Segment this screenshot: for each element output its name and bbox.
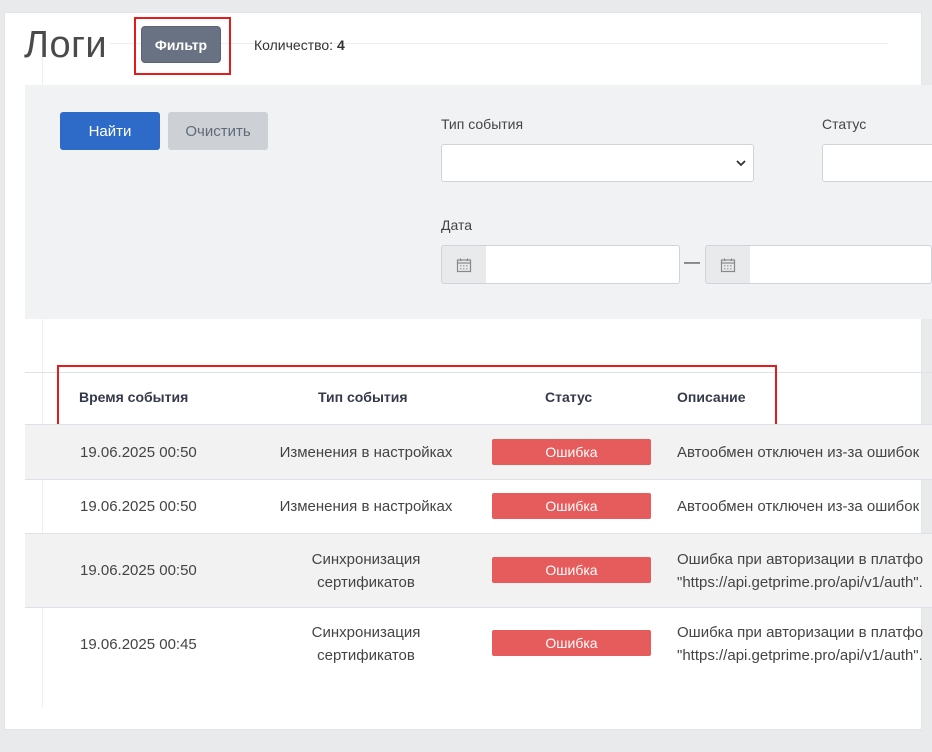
- cell-description: Автообмен отключен из-за ошибок: [677, 498, 920, 515]
- chevron-down-icon: [736, 160, 746, 167]
- cell-time: 19.06.2025 00:50: [80, 498, 197, 515]
- cell-type-line: Синхронизация: [311, 551, 421, 568]
- count-display: Количество: 4: [254, 37, 345, 53]
- cell-description-line: "https://api.getprime.pro/api/v1/auth".: [677, 647, 923, 664]
- date-label: Дата: [441, 217, 473, 233]
- status-badge: Ошибка: [492, 439, 651, 465]
- date-from-input[interactable]: [486, 245, 680, 284]
- cell-description-line: Ошибка при авторизации в платфо: [677, 551, 924, 568]
- event-type-label: Тип события: [441, 116, 524, 132]
- date-from-addon[interactable]: [441, 245, 487, 284]
- cell-type: Изменения в настройках: [279, 444, 453, 461]
- cell-description: Ошибка при авторизации в платфо "https:/…: [677, 548, 923, 594]
- page-title: Логи: [24, 24, 108, 66]
- table-row[interactable]: 19.06.2025 00:50 Изменения в настройках …: [25, 479, 932, 533]
- count-label: Количество:: [254, 37, 334, 53]
- table-header-border: [25, 372, 932, 373]
- column-header-time[interactable]: Время события: [79, 389, 188, 405]
- table-row[interactable]: 19.06.2025 00:45 Синхронизация сертифика…: [25, 607, 932, 681]
- table-row[interactable]: 19.06.2025 00:50 Изменения в настройках …: [25, 424, 932, 479]
- cell-time: 19.06.2025 00:50: [80, 444, 197, 461]
- column-header-description[interactable]: Описание: [677, 389, 746, 405]
- calendar-icon: [456, 258, 472, 272]
- cell-type-line: Синхронизация: [311, 624, 421, 641]
- cell-time: 19.06.2025 00:45: [80, 636, 197, 653]
- filter-button[interactable]: Фильтр: [141, 26, 221, 63]
- event-type-select[interactable]: [441, 144, 754, 182]
- cell-type-line: сертификатов: [317, 574, 415, 591]
- cell-type: Изменения в настройках: [279, 498, 453, 515]
- status-badge: Ошибка: [492, 493, 651, 519]
- cell-description-line: Ошибка при авторизации в платфо: [677, 624, 924, 641]
- cell-time: 19.06.2025 00:50: [80, 562, 197, 579]
- column-header-type[interactable]: Тип события: [318, 389, 408, 405]
- clear-button[interactable]: Очистить: [168, 112, 268, 150]
- divider: [110, 43, 888, 44]
- table-row[interactable]: 19.06.2025 00:50 Синхронизация сертифика…: [25, 533, 932, 607]
- status-label: Статус: [822, 116, 867, 132]
- count-value: 4: [336, 37, 345, 53]
- cell-type-line: сертификатов: [317, 647, 415, 664]
- date-to-addon[interactable]: [705, 245, 751, 284]
- cell-description-line: "https://api.getprime.pro/api/v1/auth".: [677, 574, 923, 591]
- cell-description: Ошибка при авторизации в платфо "https:/…: [677, 621, 923, 667]
- find-button[interactable]: Найти: [60, 112, 160, 150]
- cell-type: Синхронизация сертификатов: [251, 621, 481, 667]
- column-header-status[interactable]: Статус: [545, 389, 592, 405]
- cell-type: Синхронизация сертификатов: [251, 548, 481, 594]
- date-to-input[interactable]: [750, 245, 932, 284]
- cell-description: Автообмен отключен из-за ошибок: [677, 444, 920, 461]
- status-badge: Ошибка: [492, 557, 651, 583]
- calendar-icon: [720, 258, 736, 272]
- status-badge: Ошибка: [492, 630, 651, 656]
- status-select[interactable]: [822, 144, 932, 182]
- date-separator: —: [684, 254, 700, 271]
